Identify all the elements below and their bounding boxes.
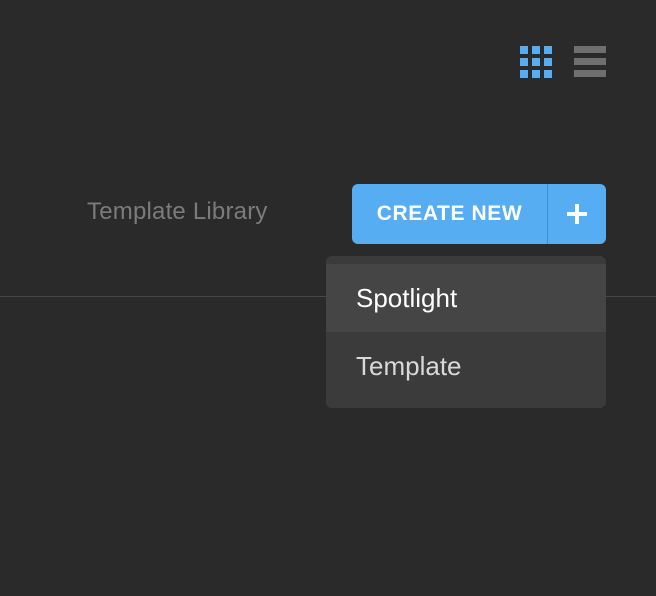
list-icon [574,46,606,77]
create-new-split-button: CREATE NEW [352,184,606,244]
menu-item-template[interactable]: Template [326,332,606,400]
create-new-dropdown-toggle[interactable] [548,184,606,244]
list-view-toggle[interactable] [574,46,606,78]
plus-icon [567,204,587,224]
template-library-link[interactable]: Template Library [87,198,268,226]
create-new-dropdown-menu: Spotlight Template [326,256,606,408]
grid-icon [520,46,552,78]
app-screen: Template Library CREATE NEW Spotlight Te… [0,0,656,596]
grid-view-toggle[interactable] [520,46,552,78]
menu-item-spotlight[interactable]: Spotlight [326,264,606,332]
create-new-button[interactable]: CREATE NEW [352,184,547,244]
